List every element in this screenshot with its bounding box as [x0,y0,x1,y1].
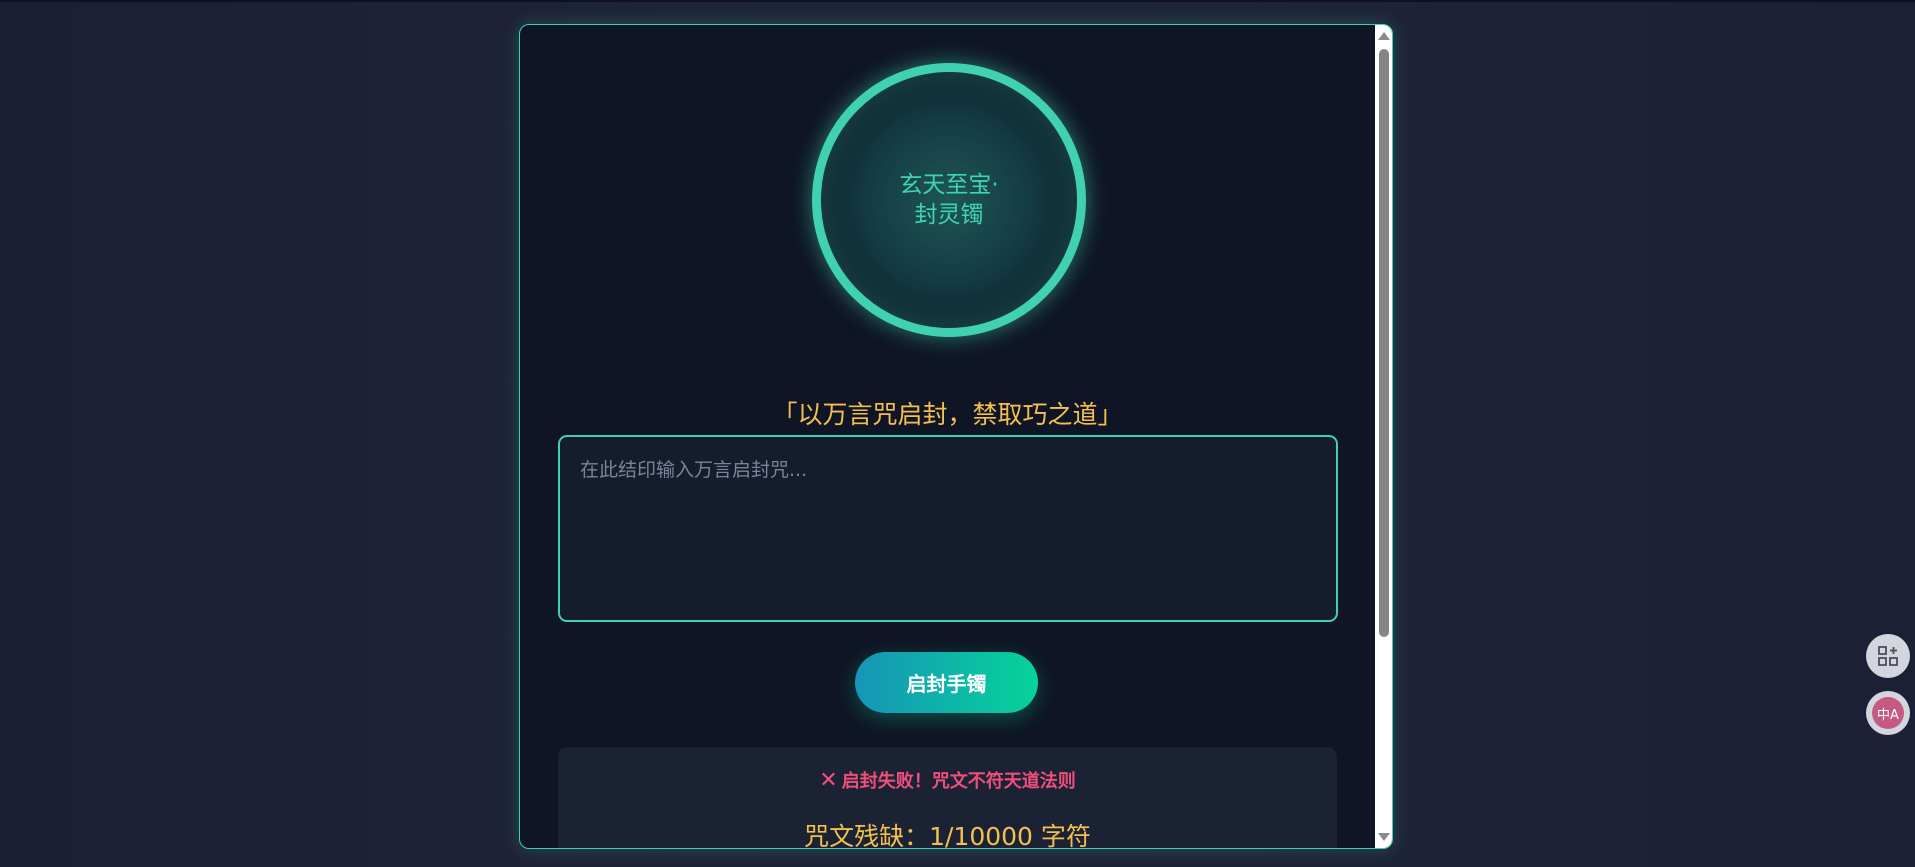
error-message: ✕ 启封失败！咒文不符天道法则 [558,767,1337,793]
bracelet-ring: 玄天至宝· 封灵镯 [812,63,1086,337]
instruction-subtitle: 「以万言咒启封，禁取巧之道」 [772,400,1123,429]
translate-icon: 中A [1872,697,1904,729]
scroll-up-icon[interactable] [1378,32,1390,40]
top-edge [0,0,1915,2]
scroll-down-icon[interactable] [1378,833,1390,841]
scroll-thumb[interactable] [1379,49,1389,637]
apps-add-button[interactable] [1866,634,1910,678]
spell-input-box [558,435,1338,622]
artifact-panel: 玄天至宝· 封灵镯 「以万言咒启封，禁取巧之道」 启封手镯 ✕启封失败！咒文不符… [519,24,1393,849]
error-text: 启封失败！咒文不符天道法则 [841,771,1076,792]
bracelet-title: 玄天至宝· 封灵镯 [899,172,999,228]
apps-add-icon [1878,646,1898,666]
vertical-scrollbar[interactable] [1375,25,1392,848]
character-count: 咒文残缺：1/10000 字符 [804,822,1091,849]
result-panel: ✕ 启封失败！咒文不符天道法则 咒文残缺：1/10000 字符 [558,747,1337,849]
panel-content: 玄天至宝· 封灵镯 「以万言咒启封，禁取巧之道」 启封手镯 ✕启封失败！咒文不符… [520,25,1375,848]
translate-button[interactable]: 中A [1866,691,1910,735]
unseal-button[interactable]: 启封手镯 [855,652,1038,713]
spell-input[interactable] [560,437,1336,620]
close-icon: ✕ [819,768,838,793]
